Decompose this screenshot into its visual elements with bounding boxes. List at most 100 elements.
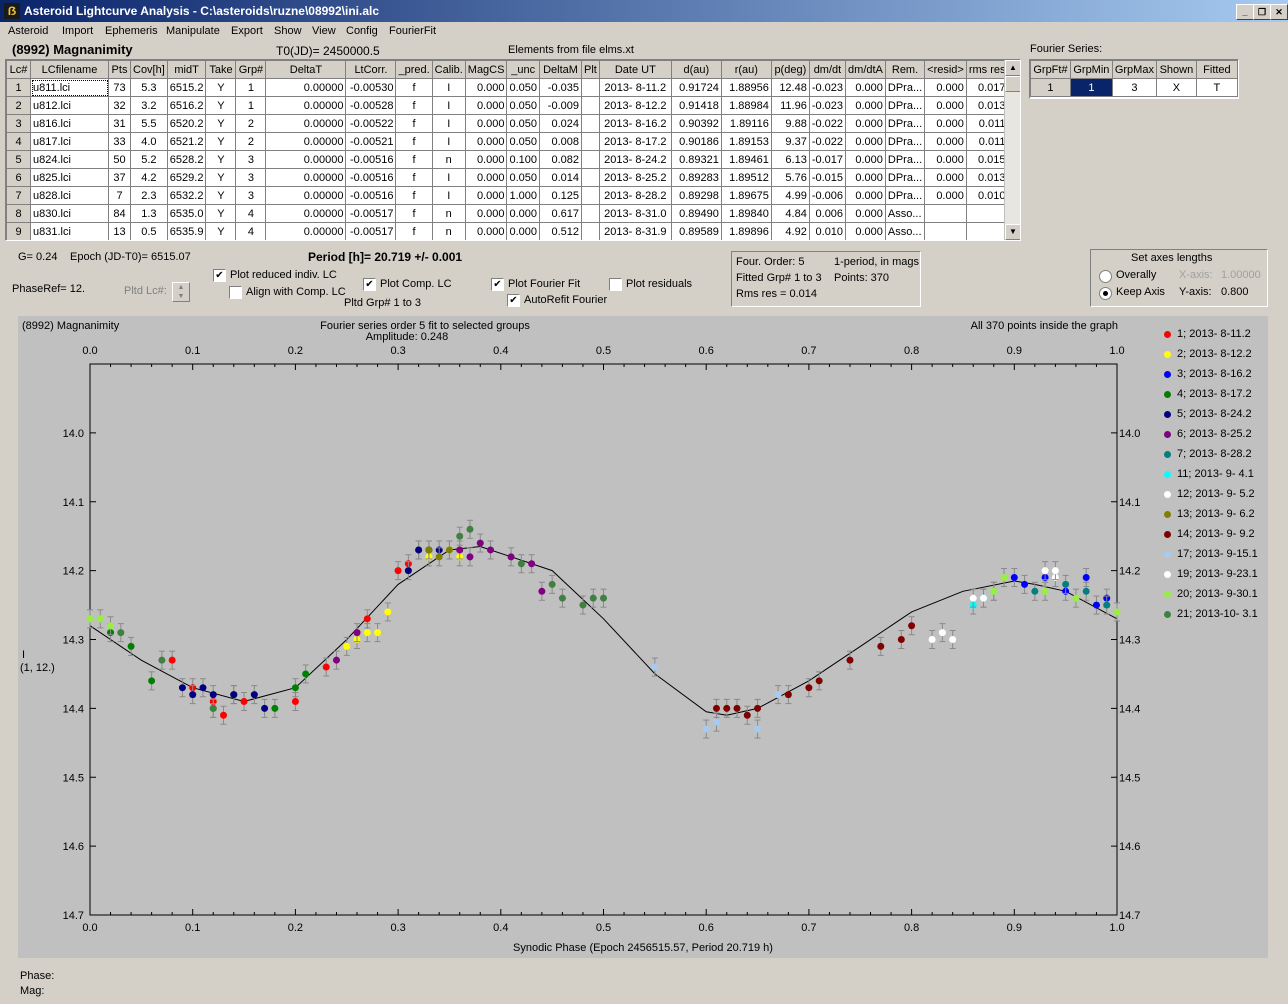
scroll-thumb[interactable]	[1005, 76, 1020, 92]
table-cell[interactable]: 4	[235, 204, 267, 223]
table-cell[interactable]: -0.023	[808, 78, 847, 97]
table-cell[interactable]: 0.000	[845, 132, 886, 151]
fourier-column-header[interactable]: GrpMax	[1111, 60, 1157, 79]
table-cell[interactable]: DPra...	[884, 186, 926, 205]
table-cell[interactable]: 2	[235, 132, 267, 151]
table-cell[interactable]: f	[395, 222, 433, 240]
autorefit-checkbox[interactable]: ✔	[507, 294, 520, 307]
column-header[interactable]: Pts	[108, 60, 131, 79]
table-cell[interactable]: 2013- 8-31.0	[598, 204, 672, 223]
table-cell[interactable]: 37	[108, 168, 131, 187]
table-cell[interactable]: 2013- 8-31.9	[598, 222, 672, 240]
table-cell[interactable]: DPra...	[884, 96, 926, 115]
table-cell[interactable]: 0.125	[539, 186, 582, 205]
fourier-cell[interactable]: 3	[1111, 78, 1157, 97]
table-cell[interactable]: 0.000	[464, 114, 508, 133]
table-row[interactable]: 8 u830.lci 84 1.3 6535.0 Y 4 0.00000 -0.00517 f n 0…	[6, 204, 1009, 223]
table-cell[interactable]: 0.00000	[265, 168, 347, 187]
column-header[interactable]: MagCS	[464, 60, 508, 79]
table-cell[interactable]: 1	[235, 78, 267, 97]
menu-show[interactable]: Show	[274, 25, 302, 37]
table-cell[interactable]: 0.000	[845, 78, 886, 97]
table-cell[interactable]: Y	[205, 132, 237, 151]
table-cell[interactable]: 0.000	[845, 96, 886, 115]
table-cell[interactable]: 6520.2	[166, 114, 207, 133]
table-cell[interactable]: 3	[235, 186, 267, 205]
fourier-cell[interactable]: X	[1155, 78, 1197, 97]
align-comp-checkbox[interactable]	[229, 286, 242, 299]
table-cell[interactable]: 0.000	[924, 186, 967, 205]
minimize-button[interactable]: _	[1236, 4, 1254, 20]
table-cell[interactable]: DPra...	[884, 114, 926, 133]
row-number[interactable]: 2	[6, 96, 31, 115]
table-cell[interactable]: 0.00000	[265, 78, 347, 97]
column-header[interactable]: Cov[h]	[130, 60, 168, 79]
table-cell[interactable]: -0.00530	[345, 78, 397, 97]
table-cell[interactable]: Asso...	[884, 222, 926, 240]
table-row[interactable]: 4 u817.lci 33 4.0 6521.2 Y 2 0.00000 -0.00521 f I 0…	[6, 132, 1009, 151]
table-cell[interactable]: -0.00516	[345, 150, 397, 169]
fourier-column-header[interactable]: GrpFt#	[1030, 60, 1071, 79]
table-cell[interactable]: f	[395, 96, 433, 115]
fourier-cell[interactable]: 1	[1069, 78, 1113, 97]
table-cell[interactable]: 1.88984	[720, 96, 772, 115]
table-cell[interactable]: 3.2	[130, 96, 168, 115]
scroll-down-icon[interactable]: ▼	[1005, 224, 1020, 240]
table-cell[interactable]: 0.017	[965, 78, 1009, 97]
plot-reduced-checkbox[interactable]: ✔	[213, 269, 226, 282]
table-cell[interactable]: Y	[205, 96, 237, 115]
table-cell[interactable]: u816.lci	[30, 114, 109, 133]
table-cell[interactable]: 0.000	[924, 114, 967, 133]
column-header[interactable]: LCfilename	[30, 60, 109, 79]
menu-manipulate[interactable]: Manipulate	[166, 25, 220, 37]
scroll-up-icon[interactable]: ▲	[1005, 60, 1020, 76]
table-cell[interactable]	[924, 204, 967, 223]
table-cell[interactable]	[581, 150, 600, 169]
table-cell[interactable]	[581, 114, 600, 133]
table-cell[interactable]: 5.76	[770, 168, 810, 187]
table-cell[interactable]: 0.5	[130, 222, 168, 240]
table-cell[interactable]: f	[395, 204, 433, 223]
column-header[interactable]: Rem.	[884, 60, 926, 79]
table-cell[interactable]: 0.000	[845, 168, 886, 187]
table-cell[interactable]: 0.90392	[670, 114, 722, 133]
table-cell[interactable]	[581, 78, 600, 97]
table-cell[interactable]: Y	[205, 204, 237, 223]
table-cell[interactable]: 3	[235, 150, 267, 169]
table-cell[interactable]	[581, 132, 600, 151]
table-cell[interactable]: 0.013	[965, 168, 1009, 187]
table-cell[interactable]: 1.000	[506, 186, 540, 205]
table-cell[interactable]: DPra...	[884, 132, 926, 151]
table-cell[interactable]: 0.00000	[265, 204, 347, 223]
table-cell[interactable]: 0.89321	[670, 150, 722, 169]
table-cell[interactable]: 9.37	[770, 132, 810, 151]
column-header[interactable]: Calib.	[431, 60, 466, 79]
table-cell[interactable]: Y	[205, 222, 237, 240]
column-header[interactable]: dm/dt	[808, 60, 847, 79]
table-cell[interactable]: n	[431, 222, 466, 240]
table-scrollbar[interactable]: ▲ ▼	[1004, 60, 1020, 240]
table-cell[interactable]: 2013- 8-16.2	[598, 114, 672, 133]
menu-export[interactable]: Export	[231, 25, 263, 37]
table-cell[interactable]: 4.0	[130, 132, 168, 151]
table-cell[interactable]: -0.00516	[345, 168, 397, 187]
table-cell[interactable]: 5.3	[130, 78, 168, 97]
table-cell[interactable]: Y	[205, 186, 237, 205]
table-cell[interactable]: 32	[108, 96, 131, 115]
table-cell[interactable]: -0.009	[539, 96, 582, 115]
table-cell[interactable]: n	[431, 204, 466, 223]
column-header[interactable]: <resid>	[924, 60, 967, 79]
table-cell[interactable]: 1.89675	[720, 186, 772, 205]
table-cell[interactable]: -0.022	[808, 114, 847, 133]
table-cell[interactable]: 2013- 8-25.2	[598, 168, 672, 187]
table-cell[interactable]: I	[431, 168, 466, 187]
table-cell[interactable]: 2.3	[130, 186, 168, 205]
table-cell[interactable]: I	[431, 114, 466, 133]
table-cell[interactable]: 0.000	[924, 168, 967, 187]
table-cell[interactable]: f	[395, 186, 433, 205]
plot-comp-checkbox[interactable]: ✔	[363, 278, 376, 291]
table-cell[interactable]: 1.89896	[720, 222, 772, 240]
table-cell[interactable]: 5.5	[130, 114, 168, 133]
table-cell[interactable]: 0.000	[924, 96, 967, 115]
fourier-column-header[interactable]: GrpMin	[1069, 60, 1113, 79]
